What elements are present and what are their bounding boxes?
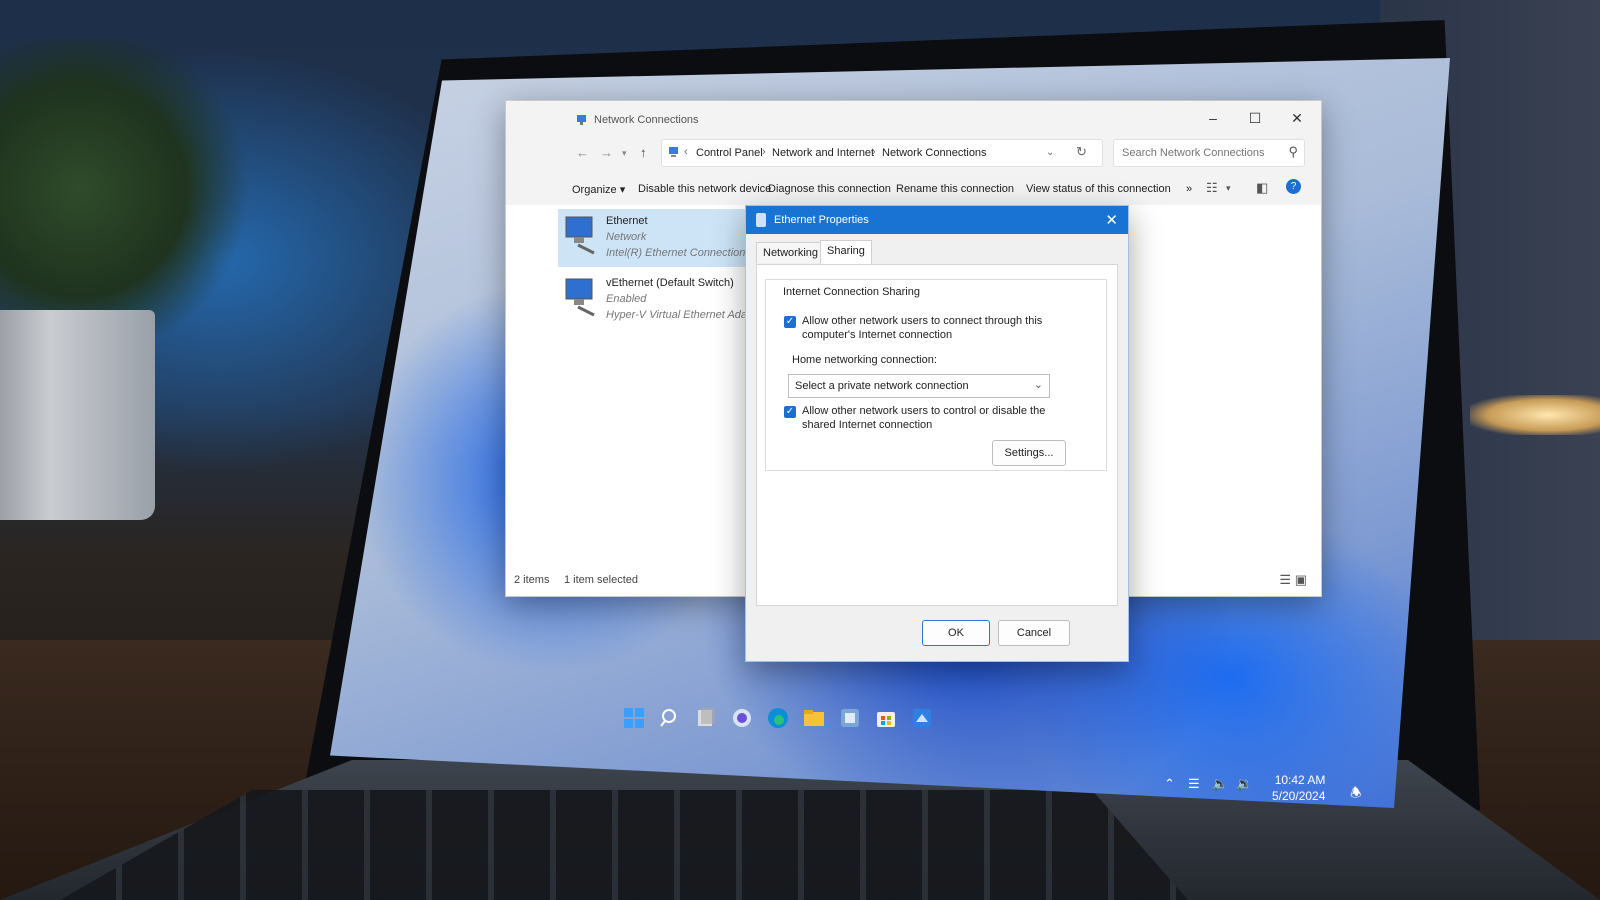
wifi-icon[interactable]: ☰ — [1188, 776, 1200, 792]
network-adapter-icon — [565, 278, 595, 317]
close-button[interactable]: ✕ — [1279, 107, 1315, 129]
breadcrumb-chevron-icon: ‹ — [684, 146, 688, 158]
allow-control-label-cont: shared Internet connection — [802, 419, 933, 431]
allow-connect-label-cont: computer's Internet connection — [802, 329, 953, 341]
selection-count: 1 item selected — [564, 574, 638, 586]
clock-date: 5/20/2024 — [1272, 789, 1326, 803]
allow-connect-label: Allow other network users to connect thr… — [802, 315, 1043, 327]
title-bar: Network Connections – ☐ ✕ — [506, 101, 1321, 133]
control-panel-icon[interactable] — [838, 706, 862, 730]
file-explorer-icon[interactable] — [802, 706, 826, 730]
plant — [0, 40, 260, 340]
window-title: Network Connections — [594, 114, 699, 126]
plant-pot — [0, 310, 155, 520]
sharing-panel: Internet Connection Sharing ✓ Allow othe… — [756, 264, 1118, 606]
recent-dropdown-icon[interactable]: ▾ — [622, 148, 627, 159]
connection-device: Hyper-V Virtual Ethernet Adapter — [606, 309, 766, 321]
address-row: ← → ▾ ↑ ‹ Control Panel › Network and In… — [566, 137, 1309, 167]
system-tray: ⌃ ☰ 🔈 🔉 10:42 AM 5/20/2024 🕭 — [1150, 770, 1380, 810]
connection-name: Ethernet — [606, 215, 648, 227]
dialog-title: Ethernet Properties — [774, 214, 869, 226]
internet-connection-sharing-group: Internet Connection Sharing ✓ Allow othe… — [765, 279, 1107, 471]
clock[interactable]: 10:42 AM 5/20/2024 — [1272, 772, 1325, 804]
copilot-icon[interactable] — [730, 706, 754, 730]
diagnose-connection-button[interactable]: Diagnose this connection — [768, 183, 891, 195]
forward-arrow-icon[interactable]: → — [600, 145, 613, 160]
connection-status: Network — [606, 231, 647, 243]
breadcrumb-separator-icon: › — [872, 146, 876, 158]
close-icon[interactable]: ✕ — [1105, 211, 1118, 229]
search-box[interactable]: ⚲ — [1113, 139, 1305, 167]
dialog-title-bar: Ethernet Properties ✕ — [746, 206, 1128, 234]
ethernet-icon — [756, 213, 766, 227]
breadcrumb-network-and-internet[interactable]: Network and Internet — [772, 147, 874, 159]
maximize-button[interactable]: ☐ — [1237, 107, 1273, 129]
connection-name: vEthernet (Default Switch) — [606, 277, 734, 289]
ok-button[interactable]: OK — [922, 620, 990, 646]
up-arrow-icon[interactable]: ↑ — [640, 145, 647, 160]
breadcrumb-control-panel[interactable]: Control Panel — [696, 147, 763, 159]
allow-control-label: Allow other network users to control or … — [802, 405, 1046, 417]
speaker-icon[interactable]: 🔉 — [1236, 776, 1252, 792]
chevron-down-icon: ⌄ — [1033, 379, 1043, 391]
network-connections-icon — [577, 115, 586, 125]
command-bar: Organize ▾ Disable this network device D… — [566, 177, 1309, 201]
address-dropdown-icon[interactable]: ⌄ — [1046, 147, 1054, 158]
home-networking-value: Select a private network connection — [795, 380, 969, 392]
clock-time: 10:42 AM — [1274, 773, 1326, 787]
list-item-vethernet[interactable]: vEthernet (Default Switch) Enabled Hyper… — [558, 271, 776, 329]
back-arrow-icon[interactable]: ← — [576, 145, 589, 160]
laptop-keyboard — [60, 790, 1188, 900]
rename-connection-button[interactable]: Rename this connection — [896, 183, 1014, 195]
volume-icon[interactable]: 🔈 — [1212, 776, 1228, 792]
more-commands-button[interactable]: » — [1186, 183, 1192, 195]
network-adapter-icon — [565, 216, 595, 255]
show-hidden-icons-chevron-icon[interactable]: ⌃ — [1164, 776, 1175, 792]
breadcrumb-network-connections[interactable]: Network Connections — [882, 147, 987, 159]
search-icon[interactable]: ⚲ — [1288, 144, 1298, 160]
address-bar[interactable]: ‹ Control Panel › Network and Internet ›… — [661, 139, 1103, 167]
ethernet-properties-dialog: Ethernet Properties ✕ Networking Sharing… — [745, 205, 1129, 662]
minimize-button[interactable]: – — [1195, 107, 1231, 129]
task-view-icon[interactable] — [694, 706, 718, 730]
view-toggle: ☰ ▣ — [1279, 572, 1307, 588]
start-icon[interactable] — [622, 706, 646, 730]
change-view-icon[interactable]: ☷ — [1206, 180, 1218, 196]
view-status-button[interactable]: View status of this connection — [1026, 183, 1171, 195]
organize-menu[interactable]: Organize ▾ — [572, 183, 625, 196]
edge-icon[interactable] — [766, 706, 790, 730]
store-icon[interactable] — [874, 706, 898, 730]
home-networking-label: Home networking connection: — [792, 354, 937, 366]
tiles-view-icon[interactable]: ▣ — [1295, 572, 1307, 587]
item-count: 2 items — [514, 574, 550, 586]
tab-networking[interactable]: Networking — [756, 242, 826, 263]
group-title: Internet Connection Sharing — [780, 286, 923, 298]
help-icon[interactable]: ? — [1286, 179, 1301, 194]
connection-status: Enabled — [606, 293, 647, 305]
control-panel-icon — [669, 147, 678, 157]
search-input[interactable] — [1120, 146, 1284, 160]
settings-button[interactable]: Settings... — [992, 440, 1066, 466]
list-item-ethernet[interactable]: Ethernet Network Intel(R) Ethernet Conne… — [558, 209, 797, 267]
notification-bell-icon[interactable]: 🕭 — [1350, 784, 1362, 806]
taskbar — [600, 700, 980, 760]
refresh-icon[interactable]: ↻ — [1076, 144, 1087, 160]
desk-lamp — [1470, 395, 1600, 435]
allow-control-checkbox[interactable]: ✓ — [784, 406, 796, 418]
view-dropdown-icon[interactable]: ▾ — [1226, 183, 1231, 194]
home-networking-select[interactable]: Select a private network connection ⌄ — [788, 374, 1050, 398]
app-icon[interactable] — [910, 706, 934, 730]
cancel-button[interactable]: Cancel — [998, 620, 1070, 646]
preview-pane-icon[interactable]: ◧ — [1256, 180, 1268, 196]
tab-sharing[interactable]: Sharing — [820, 240, 872, 265]
details-view-icon[interactable]: ☰ — [1279, 572, 1291, 587]
search-icon[interactable] — [658, 706, 682, 730]
disable-device-button[interactable]: Disable this network device — [638, 183, 771, 195]
allow-connect-checkbox[interactable]: ✓ — [784, 316, 796, 328]
breadcrumb-separator-icon: › — [762, 146, 766, 158]
